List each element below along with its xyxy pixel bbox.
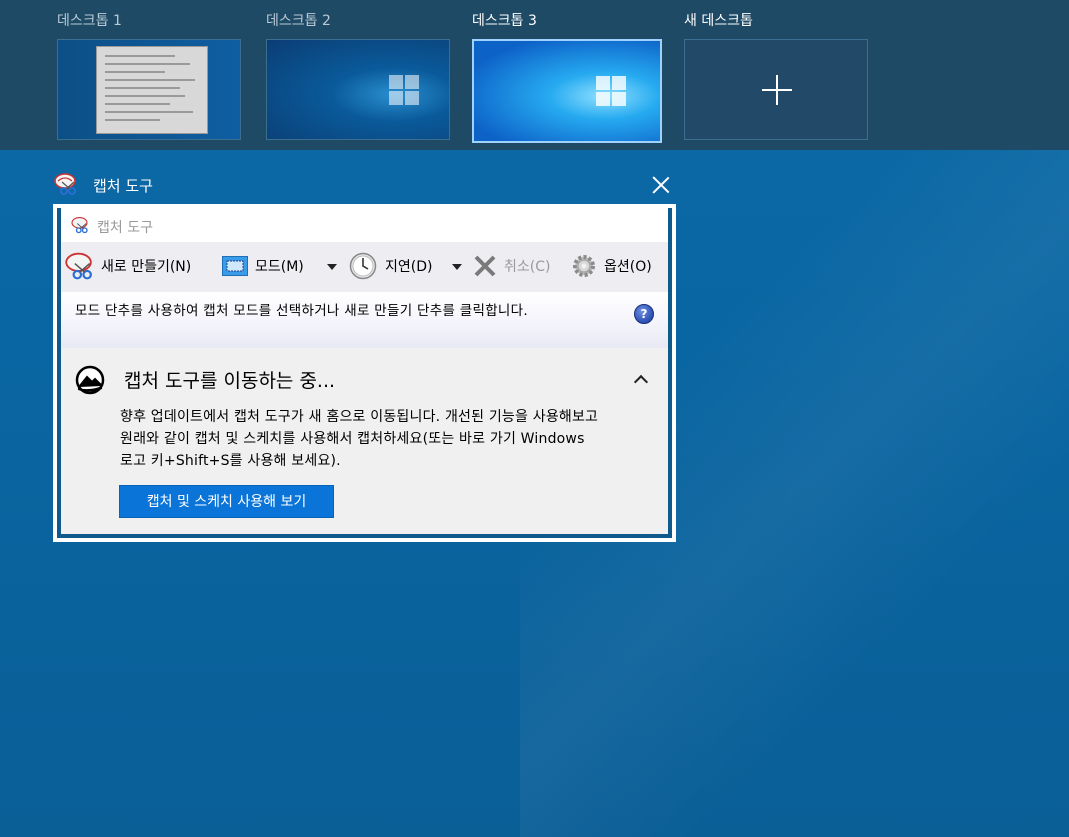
snip-sketch-icon <box>75 365 105 395</box>
window-title: 캡처 도구 <box>97 220 153 236</box>
desktop-3-thumbnail[interactable] <box>472 39 662 143</box>
desktop-3-label: 데스크톱 3 <box>472 13 537 29</box>
task-view-desktops-bar: 데스크톱 1 데스크톱 2 데스크톱 3 새 데스크톱 <box>0 0 1069 150</box>
info-text: 모드 단추를 사용하여 캡처 모드를 선택하거나 새로 만들기 단추를 클릭합니… <box>75 303 528 319</box>
windows-logo-icon <box>389 75 419 105</box>
try-snip-sketch-button[interactable]: 캡처 및 스케치 사용해 보기 <box>119 485 334 518</box>
mode-dropdown-caret-icon[interactable] <box>327 264 337 270</box>
window-border: 캡처 도구 새로 만들기(N) 모드(M) 지연(D) 취소(C) 옵션(O) … <box>57 208 672 538</box>
snipping-tool-window: 캡처 도구 새로 만들기(N) 모드(M) 지연(D) 취소(C) 옵션(O) … <box>61 208 668 534</box>
help-icon[interactable]: ? <box>634 304 654 324</box>
desktop-2-thumbnail[interactable] <box>266 39 450 140</box>
info-bar: 모드 단추를 사용하여 캡처 모드를 선택하거나 새로 만들기 단추를 클릭합니… <box>61 292 668 348</box>
window-preview-header: 캡처 도구 <box>54 172 674 198</box>
desktop-1-label: 데스크톱 1 <box>57 13 122 29</box>
mode-button[interactable]: 모드(M) <box>255 255 304 279</box>
panel-body: 향후 업데이트에서 캡처 도구가 새 홈으로 이동됩니다. 개선된 기능을 사용… <box>120 409 599 469</box>
close-icon[interactable] <box>652 176 670 194</box>
moving-notice-panel: 캡처 도구를 이동하는 중... 향후 업데이트에서 캡처 도구가 새 홈으로 … <box>61 348 668 534</box>
new-desktop-button[interactable] <box>684 39 868 140</box>
delay-button[interactable]: 지연(D) <box>385 255 432 279</box>
window-preview-frame[interactable]: 캡처 도구 새로 만들기(N) 모드(M) 지연(D) 취소(C) 옵션(O) … <box>53 204 676 542</box>
options-button[interactable]: 옵션(O) <box>604 255 652 279</box>
windows-logo-icon <box>596 76 626 106</box>
cancel-x-icon <box>474 255 496 277</box>
window-preview-title: 캡처 도구 <box>93 177 153 195</box>
delay-clock-icon <box>349 252 377 280</box>
mode-rectangle-icon <box>222 256 248 276</box>
desktop-1-thumbnail[interactable] <box>57 39 241 140</box>
document-preview <box>96 46 208 134</box>
new-button[interactable]: 새로 만들기(N) <box>101 255 191 279</box>
new-desktop-label: 새 데스크톱 <box>684 13 753 29</box>
new-snip-icon <box>65 252 92 280</box>
toolbar: 새로 만들기(N) 모드(M) 지연(D) 취소(C) 옵션(O) <box>61 242 668 292</box>
panel-title: 캡처 도구를 이동하는 중... <box>124 370 336 392</box>
chevron-up-icon[interactable] <box>635 375 645 385</box>
plus-icon <box>762 75 792 105</box>
desktop-2-label: 데스크톱 2 <box>266 13 331 29</box>
snipping-tool-icon <box>54 173 76 195</box>
options-gear-icon <box>573 255 595 277</box>
window-titlebar[interactable]: 캡처 도구 <box>61 208 668 242</box>
cancel-button[interactable]: 취소(C) <box>504 255 550 279</box>
snipping-tool-icon <box>71 216 88 234</box>
delay-dropdown-caret-icon[interactable] <box>452 264 462 270</box>
